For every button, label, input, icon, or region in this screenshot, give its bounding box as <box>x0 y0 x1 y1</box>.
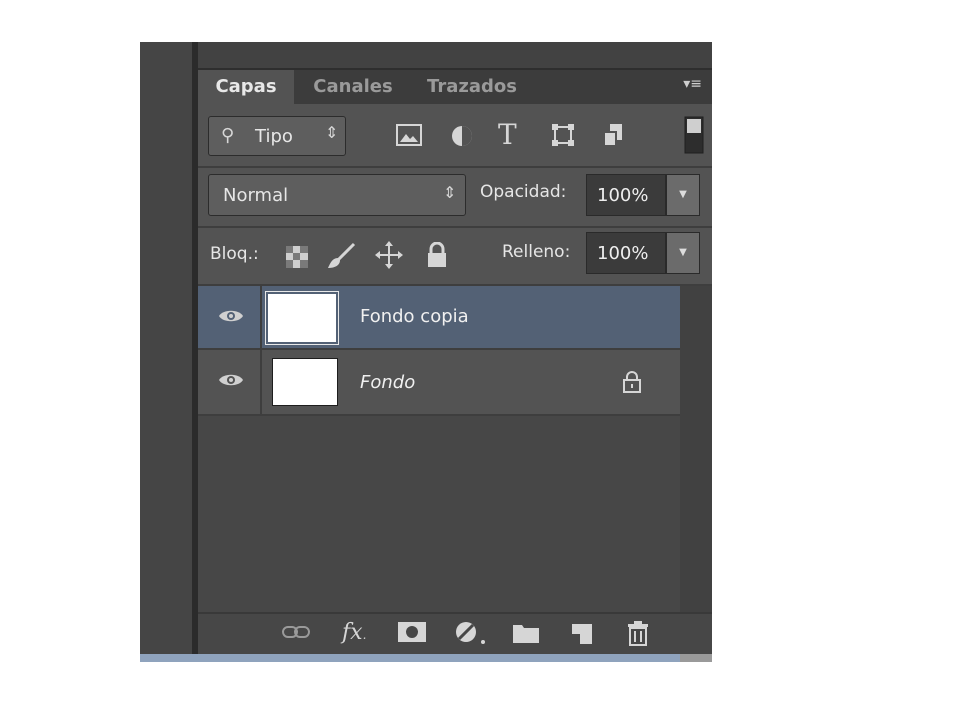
pixel-layer-filter-icon[interactable] <box>396 124 422 150</box>
visibility-eye-icon[interactable] <box>218 307 244 329</box>
lock-label: Bloq.: <box>210 244 259 264</box>
opacity-dropdown-button[interactable]: ▼ <box>666 174 700 216</box>
type-filter-icon[interactable]: T <box>498 118 517 151</box>
fill-label: Relleno: <box>502 242 571 262</box>
updown-arrows-icon: ⇕ <box>443 183 457 202</box>
fill-input[interactable]: 100% <box>586 232 666 274</box>
layer-thumbnail[interactable] <box>265 291 339 345</box>
panel-title-bar <box>198 42 712 70</box>
opacity-label: Opacidad: <box>480 182 567 202</box>
layer-row-fondo[interactable]: Fondo <box>198 350 680 416</box>
filter-kind-label: Tipo <box>255 126 293 147</box>
layer-name[interactable]: Fondo <box>360 372 415 393</box>
new-adjustment-layer-icon[interactable] <box>454 620 488 650</box>
shape-filter-icon[interactable] <box>550 122 576 152</box>
lock-all-padlock-icon[interactable] <box>426 241 448 272</box>
corner-widget <box>680 654 712 662</box>
lock-transparent-pixels-icon[interactable] <box>286 246 308 272</box>
tab-canales[interactable]: Canales <box>298 70 408 104</box>
new-group-folder-icon[interactable] <box>512 622 540 648</box>
separator-1 <box>198 166 712 168</box>
layer-thumbnail[interactable] <box>272 358 338 406</box>
new-layer-icon[interactable] <box>570 622 594 650</box>
tab-trazados[interactable]: Trazados <box>412 70 532 104</box>
filter-toggle-switch[interactable] <box>684 116 704 158</box>
blend-mode-select[interactable]: Normal ⇕ <box>208 174 466 216</box>
link-layers-icon[interactable] <box>282 624 310 644</box>
fill-value: 100% <box>597 243 649 264</box>
panel-tabs: Capas Canales Trazados ▾≡ <box>198 70 712 104</box>
lock-image-pixels-brush-icon[interactable] <box>326 242 356 274</box>
layer-style-fx-icon[interactable]: fx. <box>342 620 366 645</box>
status-strip <box>140 654 712 662</box>
panel-menu-icon[interactable]: ▾≡ <box>683 76 702 92</box>
lock-position-move-icon[interactable] <box>374 240 404 274</box>
search-icon: ⚲ <box>221 125 235 146</box>
separator-2 <box>198 226 712 228</box>
fx-label: fx <box>342 620 363 645</box>
layers-panel: Capas Canales Trazados ▾≡ ⚲ Tipo ⇕ T Nor… <box>198 42 712 654</box>
tab-capas[interactable]: Capas <box>198 70 294 104</box>
updown-arrows-icon: ⇕ <box>325 123 339 142</box>
blend-mode-value: Normal <box>223 185 289 206</box>
layer-lock-icon <box>622 370 642 398</box>
panel-footer: fx. <box>198 612 712 654</box>
opacity-input[interactable]: 100% <box>586 174 666 216</box>
opacity-value: 100% <box>597 185 649 206</box>
left-dock-strip <box>140 42 198 654</box>
delete-trash-icon[interactable] <box>626 620 650 650</box>
filter-kind-select[interactable]: ⚲ Tipo ⇕ <box>208 116 346 156</box>
row-divider <box>260 350 262 416</box>
layer-name[interactable]: Fondo copia <box>360 306 469 327</box>
layer-row-fondo-copia[interactable]: Fondo copia <box>198 286 680 350</box>
layers-scrollbar[interactable] <box>680 286 712 612</box>
layers-empty-area <box>198 416 680 612</box>
row-divider <box>260 286 262 348</box>
adjustment-filter-icon[interactable] <box>450 124 474 152</box>
photoshop-window: Capas Canales Trazados ▾≡ ⚲ Tipo ⇕ T Nor… <box>140 42 712 662</box>
visibility-eye-icon[interactable] <box>218 371 244 393</box>
fill-dropdown-button[interactable]: ▼ <box>666 232 700 274</box>
smart-object-filter-icon[interactable] <box>602 122 626 152</box>
add-mask-icon[interactable] <box>398 622 426 646</box>
